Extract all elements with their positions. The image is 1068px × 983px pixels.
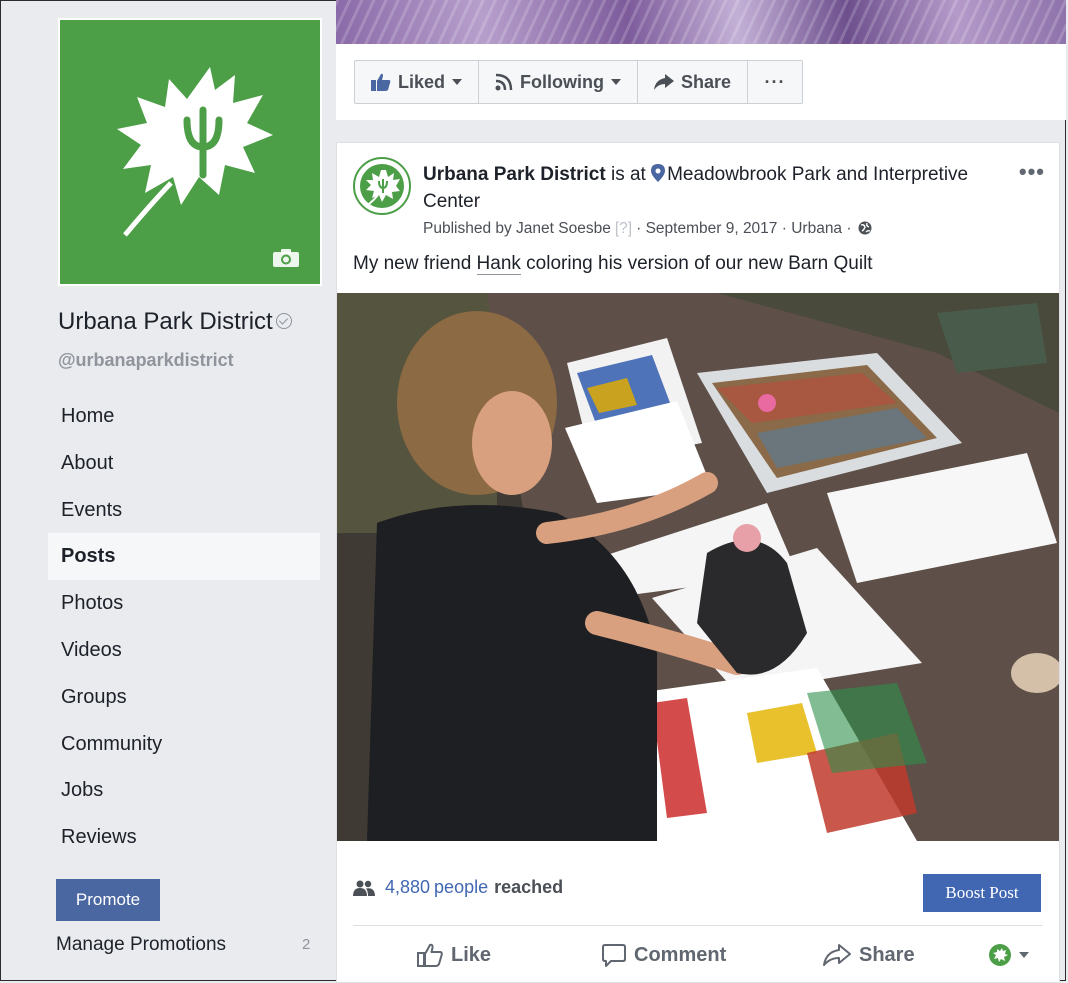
post-message: My new friend Hank coloring his version … [353,253,873,275]
following-label: Following [520,71,604,92]
chevron-down-icon [1019,952,1029,958]
post-actions: Like Comment Share [337,935,1059,975]
post-place[interactable]: Urbana [791,220,842,237]
page-handle[interactable]: @urbanaparkdistrict [58,350,234,371]
location-pin-icon [651,163,666,182]
reach-count: 4,880 [385,877,431,897]
promote-button[interactable]: Promote [56,879,160,921]
share-page-button[interactable]: Share [638,61,749,103]
post-author-avatar[interactable] [353,157,411,215]
post-options-menu[interactable]: ••• [1019,159,1045,185]
comment-label: Comment [634,943,727,966]
chevron-down-icon [611,79,621,85]
meta-separator: · [846,220,852,237]
share-post-button[interactable]: Share [823,935,915,975]
nav-item-home[interactable]: Home [48,393,320,440]
page-name-text: Urbana Park District [58,308,273,335]
share-page-label: Share [681,71,732,92]
profile-picture[interactable] [58,18,322,286]
cover-texture [336,0,1066,44]
post-text-after: coloring his version of our new Barn Qui… [520,253,873,274]
liked-button[interactable]: Liked [355,61,480,103]
oak-leaf-logo-icon [117,67,273,237]
published-by[interactable]: Published by Janet Soesbe [423,220,611,237]
nav-item-events[interactable]: Events [48,487,320,534]
post-as-selector[interactable] [988,943,1029,967]
help-marker[interactable]: [?] [615,220,632,237]
post-meta: Published by Janet Soesbe [?] · September … [423,220,872,238]
manage-promotions-count: 2 [302,936,311,953]
following-button[interactable]: Following [479,61,638,103]
avatar-logo [360,164,404,208]
nav-item-videos[interactable]: Videos [48,627,320,674]
liked-label: Liked [398,71,446,92]
post-date[interactable]: September 9, 2017 [646,220,778,237]
like-label: Like [451,943,492,966]
nav-item-groups[interactable]: Groups [48,674,320,721]
share-post-label: Share [859,943,915,966]
post-text-before: My new friend [353,253,477,274]
post-reach[interactable]: 4,880 people reached [353,877,563,898]
page-action-bar: Liked Following Share ··· [336,44,1066,120]
verified-check-icon [275,312,292,329]
camera-icon[interactable] [272,248,300,268]
page-title[interactable]: Urbana Park District [58,308,292,336]
comment-bubble-icon [602,944,626,967]
rss-feed-icon [495,73,513,91]
share-arrow-icon [654,74,674,90]
page-nav: Home About Events Posts Photos Videos Gr… [48,393,320,861]
nav-item-about[interactable]: About [48,440,320,487]
page-avatar-small-icon [989,944,1011,966]
is-at-text: is at [610,164,646,185]
reach-people: people [434,877,489,897]
post-divider [353,925,1043,926]
manage-promotions-link[interactable]: Manage Promotions [56,934,226,956]
meta-separator: · [781,220,787,237]
meta-separator: · [636,220,642,237]
page-action-buttons: Liked Following Share ··· [354,60,804,104]
nav-item-photos[interactable]: Photos [48,580,320,627]
mention-link[interactable]: Hank [476,253,521,275]
post-header: Urbana Park District is at Meadowbrook P… [423,161,1003,215]
cover-photo[interactable] [336,0,1066,44]
chevron-down-icon [452,79,463,85]
thumbs-up-outline-icon [417,943,443,967]
left-column: Urbana Park District @urbanaparkdistrict… [30,0,330,983]
post-photo[interactable] [337,293,1059,841]
photo-scene [337,293,1059,841]
nav-item-community[interactable]: Community [48,721,320,768]
thumbs-up-icon [371,73,391,91]
oak-leaf-logo-icon [366,170,400,205]
nav-item-posts[interactable]: Posts [48,533,320,581]
like-button[interactable]: Like [417,935,491,975]
boost-post-button[interactable]: Boost Post [923,874,1041,912]
nav-item-reviews[interactable]: Reviews [48,814,320,861]
post-card: Urbana Park District is at Meadowbrook P… [336,142,1060,983]
comment-button[interactable]: Comment [602,935,726,975]
nav-item-jobs[interactable]: Jobs [48,767,320,814]
more-options-button[interactable]: ··· [748,61,802,103]
post-author-link[interactable]: Urbana Park District [423,164,606,185]
people-icon [353,880,375,896]
share-arrow-outline-icon [823,944,851,966]
reach-label: reached [494,877,564,897]
globe-icon[interactable] [858,221,872,235]
